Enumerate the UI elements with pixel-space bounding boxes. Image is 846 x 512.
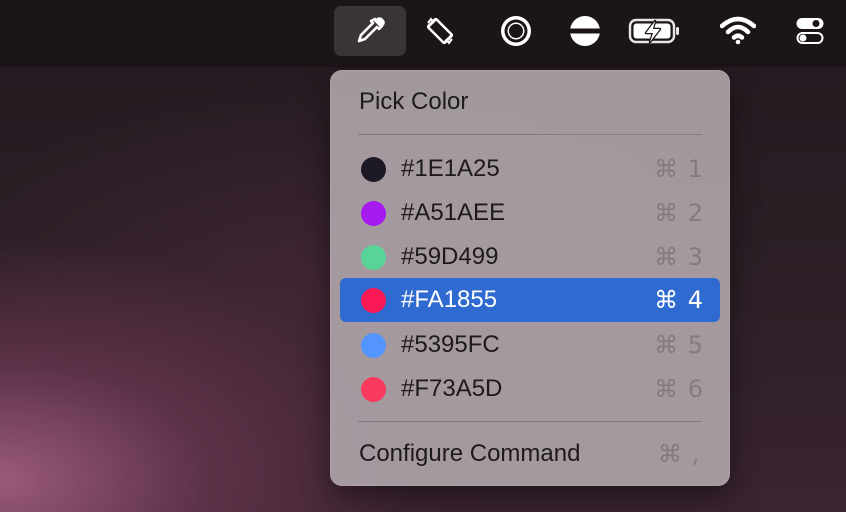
screen-rotation-icon	[422, 13, 458, 49]
color-swatch	[361, 288, 386, 313]
menu-item-color-2[interactable]: #A51AEE ⌘ 2	[340, 191, 720, 235]
menu-bar	[0, 0, 846, 67]
shortcut-label: ⌘ 1	[654, 155, 704, 183]
color-hex-label: #59D499	[401, 243, 499, 270]
pick-color-menu: Pick Color #1E1A25 ⌘ 1 #A51AEE ⌘ 2 #59D4…	[330, 70, 730, 486]
shortcut-label: ⌘ 4	[654, 286, 704, 314]
configure-command-item[interactable]: Configure Command	[359, 440, 580, 468]
color-swatch	[361, 157, 386, 182]
color-swatch	[361, 333, 386, 358]
shortcut-label: ⌘ 5	[654, 331, 704, 359]
color-swatch	[361, 377, 386, 402]
wifi-icon	[720, 16, 756, 46]
screen-rotation-menubar-button[interactable]	[411, 6, 469, 56]
control-center-menubar-button[interactable]	[781, 6, 839, 56]
shortcut-label: ⌘ 3	[654, 243, 704, 271]
battery-charging-icon	[628, 17, 682, 45]
color-swatch	[361, 201, 386, 226]
color-picker-menubar-button[interactable]	[334, 6, 406, 56]
menu-divider	[358, 421, 702, 422]
menu-item-color-1[interactable]: #1E1A25 ⌘ 1	[340, 147, 720, 191]
menu-divider	[358, 134, 702, 135]
recording-menubar-button[interactable]	[487, 6, 545, 56]
menu-item-color-4[interactable]: #FA1855 ⌘ 4	[340, 278, 720, 322]
control-center-icon	[795, 16, 825, 46]
color-hex-label: #F73A5D	[401, 375, 503, 402]
color-hex-label: #1E1A25	[401, 155, 500, 182]
color-hex-label: #FA1855	[401, 286, 498, 313]
menu-item-color-6[interactable]: #F73A5D ⌘ 6	[340, 367, 720, 411]
menu-item-color-5[interactable]: #5395FC ⌘ 5	[340, 323, 720, 367]
display-icon	[568, 14, 602, 48]
shortcut-label: ⌘ 6	[654, 375, 704, 403]
color-hex-label: #A51AEE	[401, 199, 506, 226]
wifi-menubar-button[interactable]	[709, 6, 767, 56]
record-circle-icon	[499, 14, 533, 48]
configure-shortcut-label: ⌘ ,	[658, 440, 701, 468]
battery-menubar-button[interactable]	[626, 6, 684, 56]
color-hex-label: #5395FC	[401, 331, 500, 358]
display-menubar-button[interactable]	[556, 6, 614, 56]
color-swatch	[361, 245, 386, 270]
menu-item-color-3[interactable]: #59D499 ⌘ 3	[340, 235, 720, 279]
shortcut-label: ⌘ 2	[654, 199, 704, 227]
eyedropper-icon	[353, 14, 387, 48]
menu-title: Pick Color	[359, 88, 469, 115]
